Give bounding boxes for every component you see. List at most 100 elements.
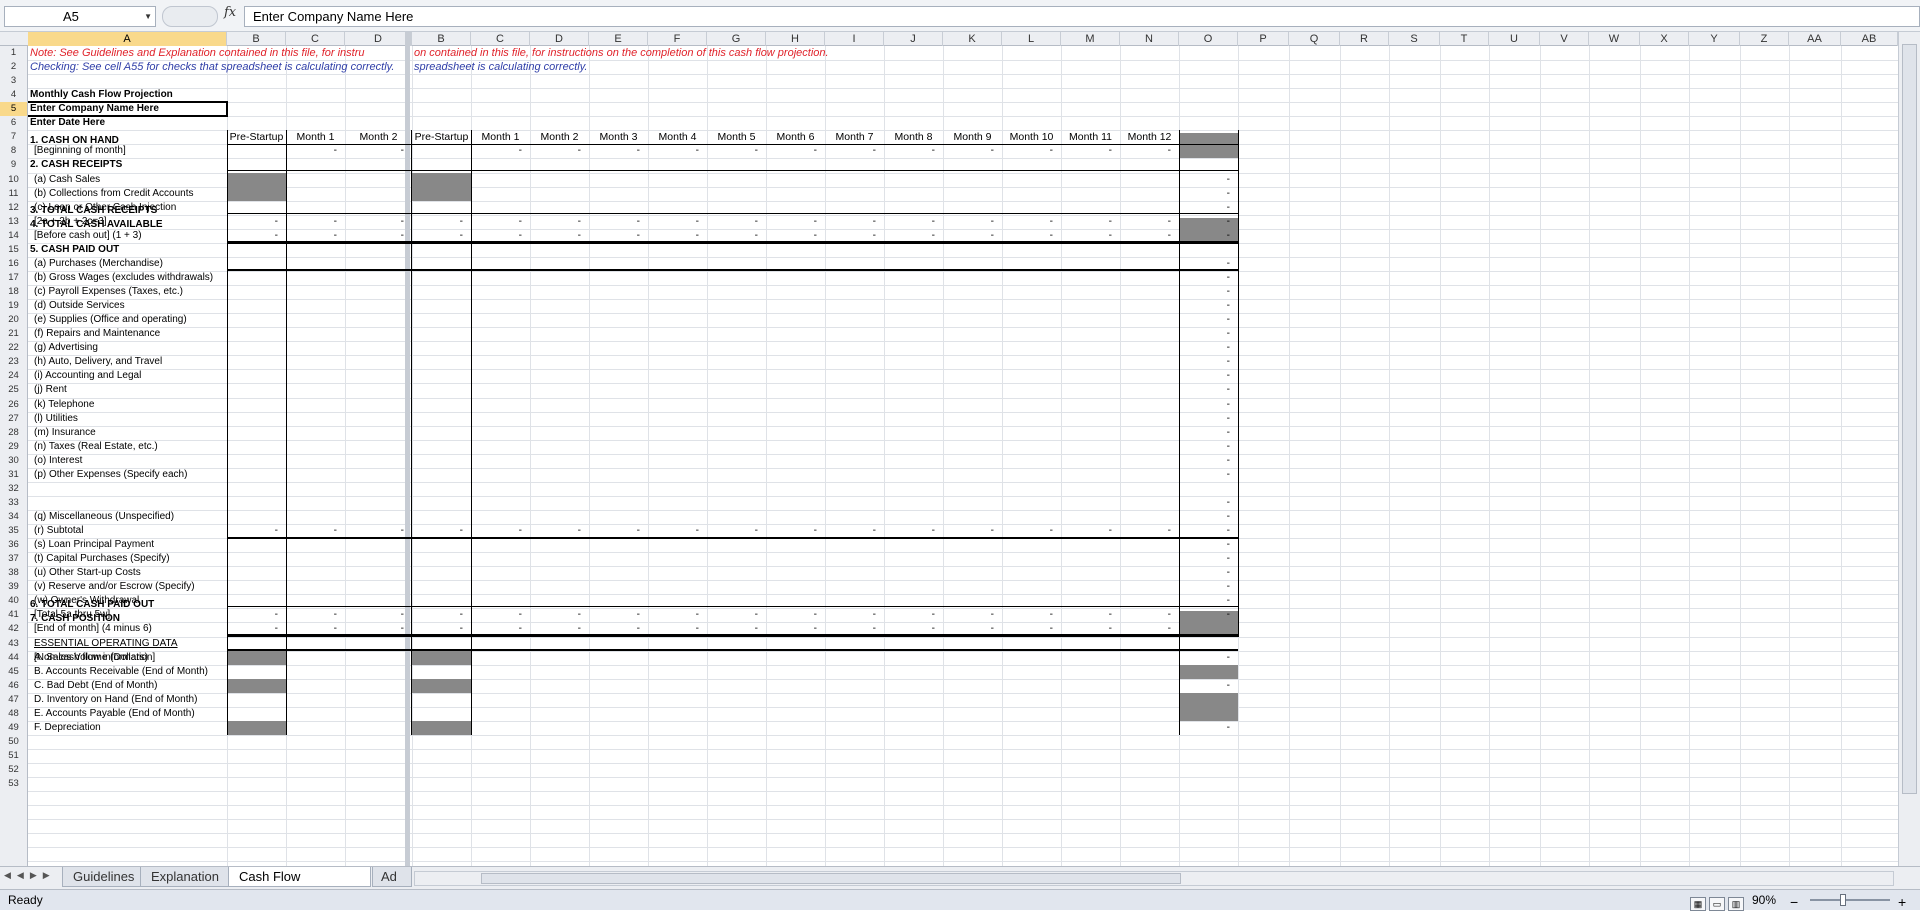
column-header[interactable]: N xyxy=(1120,32,1179,46)
column-header[interactable]: K xyxy=(943,32,1002,46)
zoom-level[interactable]: 90% xyxy=(1752,890,1776,910)
zoom-out-icon[interactable]: − xyxy=(1790,892,1798,912)
column-header[interactable]: V xyxy=(1540,32,1589,46)
insert-function-icon[interactable]: fx xyxy=(224,5,236,20)
row-header[interactable]: 31 xyxy=(0,468,27,482)
row-header[interactable]: 40 xyxy=(0,594,27,608)
zoom-slider[interactable] xyxy=(1810,899,1890,901)
row-header[interactable]: 51 xyxy=(0,749,27,763)
row-header[interactable]: 48 xyxy=(0,707,27,721)
row-header[interactable]: 13 xyxy=(0,215,27,229)
row-header[interactable]: 43 xyxy=(0,637,27,651)
vertical-scroll-thumb[interactable] xyxy=(1902,44,1917,794)
column-header[interactable]: B xyxy=(412,32,471,46)
row-header[interactable]: 19 xyxy=(0,299,27,313)
row-header[interactable]: 44 xyxy=(0,651,27,665)
column-header[interactable]: A xyxy=(28,32,227,46)
column-header[interactable]: M xyxy=(1061,32,1120,46)
sheet-tab[interactable]: Explanation xyxy=(140,867,240,887)
worksheet-grid[interactable]: Note: See Guidelines and Explanation con… xyxy=(28,46,1898,866)
column-header[interactable]: D xyxy=(345,32,412,46)
row-header[interactable]: 12 xyxy=(0,201,27,215)
column-header[interactable]: D xyxy=(530,32,589,46)
row-header[interactable]: 6 xyxy=(0,116,27,130)
row-header[interactable]: 32 xyxy=(0,482,27,496)
row-header[interactable]: 5 xyxy=(0,102,27,117)
row-header[interactable]: 11 xyxy=(0,187,27,201)
row-header[interactable]: 34 xyxy=(0,510,27,524)
row-header[interactable]: 3 xyxy=(0,74,27,88)
row-header[interactable]: 22 xyxy=(0,341,27,355)
column-header[interactable]: E xyxy=(589,32,648,46)
page-break-icon[interactable]: ▥ xyxy=(1728,897,1744,911)
row-header[interactable]: 26 xyxy=(0,398,27,412)
row-header[interactable]: 27 xyxy=(0,412,27,426)
row-header[interactable]: 17 xyxy=(0,271,27,285)
row-header[interactable]: 7 xyxy=(0,130,27,144)
sheet-tab[interactable]: Cash Flow Projection xyxy=(228,867,371,904)
column-header[interactable]: C xyxy=(471,32,530,46)
row-header[interactable]: 8 xyxy=(0,144,27,158)
horizontal-scroll-thumb[interactable] xyxy=(481,873,1181,884)
column-header[interactable]: X xyxy=(1640,32,1689,46)
zoom-slider-knob[interactable] xyxy=(1840,894,1846,906)
zoom-in-icon[interactable]: + xyxy=(1898,892,1906,912)
formula-input[interactable]: Enter Company Name Here xyxy=(244,6,1920,27)
row-header[interactable]: 49 xyxy=(0,721,27,735)
row-header[interactable]: 42 xyxy=(0,622,27,636)
row-header[interactable]: 23 xyxy=(0,355,27,369)
column-header[interactable]: P xyxy=(1238,32,1289,46)
row-header[interactable]: 30 xyxy=(0,454,27,468)
normal-view-icon[interactable]: ▦ xyxy=(1690,897,1706,911)
row-header[interactable]: 24 xyxy=(0,369,27,383)
column-header[interactable]: Z xyxy=(1740,32,1789,46)
row-header[interactable]: 14 xyxy=(0,229,27,243)
row-header[interactable]: 47 xyxy=(0,693,27,707)
row-header[interactable]: 18 xyxy=(0,285,27,299)
sheet-nav-arrows-icon[interactable]: ◀◀▶▶ xyxy=(4,870,56,881)
row-header[interactable]: 25 xyxy=(0,383,27,397)
column-header[interactable]: J xyxy=(884,32,943,46)
row-header[interactable]: 9 xyxy=(0,158,27,172)
row-header[interactable]: 39 xyxy=(0,580,27,594)
vertical-scrollbar[interactable] xyxy=(1898,32,1920,866)
column-header[interactable]: R xyxy=(1340,32,1389,46)
column-header[interactable]: AB xyxy=(1841,32,1898,46)
column-header[interactable]: Q xyxy=(1289,32,1340,46)
row-header[interactable]: 50 xyxy=(0,735,27,749)
column-header[interactable]: F xyxy=(648,32,707,46)
page-layout-icon[interactable]: ▭ xyxy=(1709,897,1725,911)
horizontal-scrollbar[interactable] xyxy=(414,871,1894,886)
column-header[interactable]: I xyxy=(825,32,884,46)
row-header[interactable]: 16 xyxy=(0,257,27,271)
row-header[interactable]: 37 xyxy=(0,552,27,566)
row-header[interactable]: 4 xyxy=(0,88,27,102)
row-header[interactable]: 20 xyxy=(0,313,27,327)
row-header[interactable]: 29 xyxy=(0,440,27,454)
column-header[interactable]: AA xyxy=(1789,32,1841,46)
row-header[interactable]: 38 xyxy=(0,566,27,580)
row-header[interactable]: 45 xyxy=(0,665,27,679)
row-header[interactable]: 28 xyxy=(0,426,27,440)
row-header[interactable]: 15 xyxy=(0,243,27,257)
row-header[interactable]: 33 xyxy=(0,496,27,510)
chevron-down-icon[interactable]: ▼ xyxy=(144,7,152,26)
row-header[interactable]: 10 xyxy=(0,173,27,187)
sheet-tab[interactable]: Ad xyxy=(372,867,412,887)
row-header[interactable]: 2 xyxy=(0,60,27,74)
name-box[interactable]: A5 ▼ xyxy=(4,6,156,27)
row-header[interactable]: 36 xyxy=(0,538,27,552)
column-header[interactable]: Y xyxy=(1689,32,1740,46)
column-header[interactable]: H xyxy=(766,32,825,46)
column-header[interactable]: B xyxy=(227,32,286,46)
row-header[interactable]: 21 xyxy=(0,327,27,341)
column-header[interactable]: C xyxy=(286,32,345,46)
column-header[interactable]: T xyxy=(1440,32,1489,46)
row-header[interactable]: 46 xyxy=(0,679,27,693)
freeze-pane-divider[interactable] xyxy=(405,32,412,46)
row-header[interactable]: 41 xyxy=(0,608,27,622)
column-header[interactable]: S xyxy=(1389,32,1440,46)
column-header[interactable]: G xyxy=(707,32,766,46)
row-header[interactable]: 53 xyxy=(0,777,27,791)
row-header[interactable]: 1 xyxy=(0,46,27,60)
